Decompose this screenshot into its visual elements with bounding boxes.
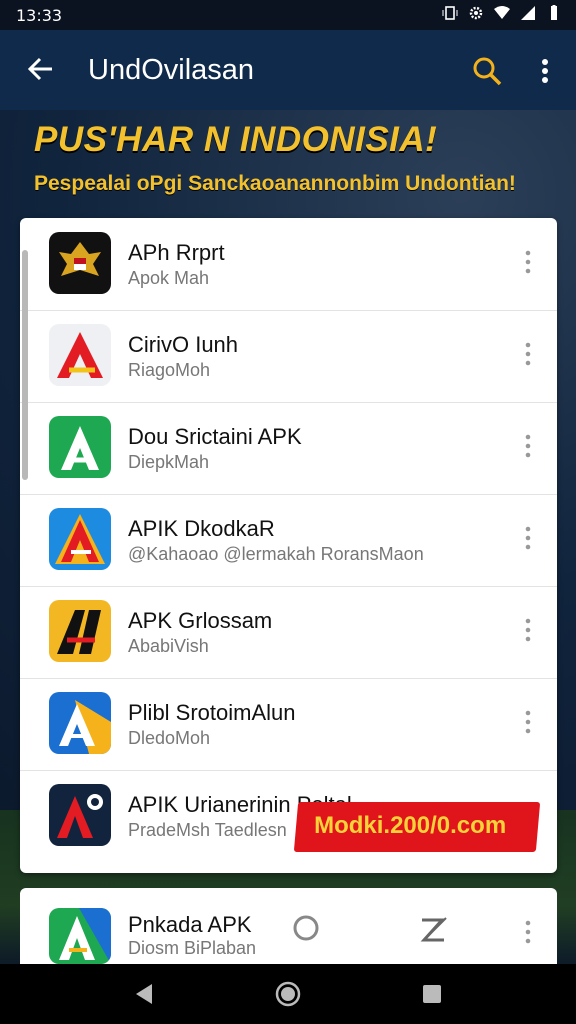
promo-text: Modki.200/0.com xyxy=(314,812,507,839)
app-subtitle: Apok Mah xyxy=(128,268,210,288)
wifi-icon xyxy=(494,5,510,21)
signal-icon xyxy=(520,5,536,21)
app-subtitle: Diosm BiPlaban xyxy=(128,938,257,958)
edit-icon[interactable] xyxy=(418,914,448,946)
app-name: Plibl SrotoimAlun xyxy=(128,700,296,725)
more-options-icon[interactable] xyxy=(520,432,536,462)
app-name: CirivO Iunh xyxy=(128,332,239,357)
list-item[interactable]: Plibl SrotoimAlun DledoMoh xyxy=(20,678,557,771)
status-time: 13:33 xyxy=(16,6,63,25)
garuda-emblem-icon xyxy=(49,232,111,294)
system-navigation-bar xyxy=(0,964,576,1024)
more-options-icon[interactable] xyxy=(520,340,536,370)
app-subtitle: AbabiVish xyxy=(128,636,209,656)
drive-a-logo-icon xyxy=(49,908,111,964)
app-name: APh Rrprt xyxy=(128,240,225,265)
list-item[interactable]: CirivO Iunh RiagoMoh xyxy=(20,310,557,403)
green-a-logo-icon xyxy=(49,416,111,478)
yellow-a-logo-icon xyxy=(49,600,111,662)
app-bar: UndOvilasan xyxy=(0,30,576,110)
app-name: Dou Srictaini APK xyxy=(128,424,302,449)
battery-icon xyxy=(546,5,562,21)
app-subtitle: PradeMsh Taedlesn xyxy=(128,820,287,840)
app-subtitle: DiepkMah xyxy=(128,452,210,472)
back-arrow-icon[interactable] xyxy=(24,52,58,86)
more-options-icon[interactable] xyxy=(520,708,536,738)
hero-subtitle: Pespealai oPgi Sanckaoanannonbim Undonti… xyxy=(34,172,516,195)
list-item[interactable]: APh Rrprt Apok Mah xyxy=(20,218,557,311)
scrollbar[interactable] xyxy=(22,250,28,480)
search-icon[interactable] xyxy=(470,54,504,88)
blue-a-logo-icon xyxy=(49,508,111,570)
app-name: Pnkada APK xyxy=(128,912,252,937)
home-circle-icon[interactable] xyxy=(274,980,302,1008)
more-options-icon[interactable] xyxy=(520,248,536,278)
more-options-icon[interactable] xyxy=(520,616,536,646)
status-bar: 13:33 xyxy=(0,0,576,30)
status-icons xyxy=(442,5,562,21)
app-subtitle: DledoMoh xyxy=(128,728,211,748)
list-item[interactable]: APIK DkodkaR @Kahaoao @lermakah RoransMa… xyxy=(20,494,557,587)
recents-square-icon[interactable] xyxy=(418,980,446,1008)
loading-circle-icon xyxy=(292,914,320,942)
app-name: APIK DkodkaR xyxy=(128,516,275,541)
back-triangle-icon[interactable] xyxy=(130,980,158,1008)
more-options-icon[interactable] xyxy=(520,918,536,948)
app-name: APK Grlossam xyxy=(128,608,273,633)
list-item[interactable]: APK Grlossam AbabiVish xyxy=(20,586,557,679)
dark-red-a-logo-icon xyxy=(49,784,111,846)
app-subtitle: @Kahaoao @lermakah RoransMaon xyxy=(128,544,424,564)
page-title: UndOvilasan xyxy=(88,54,255,86)
more-options-icon[interactable] xyxy=(520,524,536,554)
blue-a-logo-icon xyxy=(49,692,111,754)
promo-badge: Modki.200/0.com xyxy=(293,802,541,852)
vibrate-icon xyxy=(442,5,458,21)
more-options-icon[interactable] xyxy=(534,54,556,88)
settings-icon xyxy=(468,5,484,21)
list-item[interactable]: Dou Srictaini APK DiepkMah xyxy=(20,402,557,495)
app-list-card: APh Rrprt Apok Mah CirivO Iunh RiagoMoh … xyxy=(20,218,557,873)
red-a-logo-icon xyxy=(49,324,111,386)
app-subtitle: RiagoMoh xyxy=(128,360,211,380)
hero-title: PUS'HAR N INDONISIA! xyxy=(34,120,438,159)
